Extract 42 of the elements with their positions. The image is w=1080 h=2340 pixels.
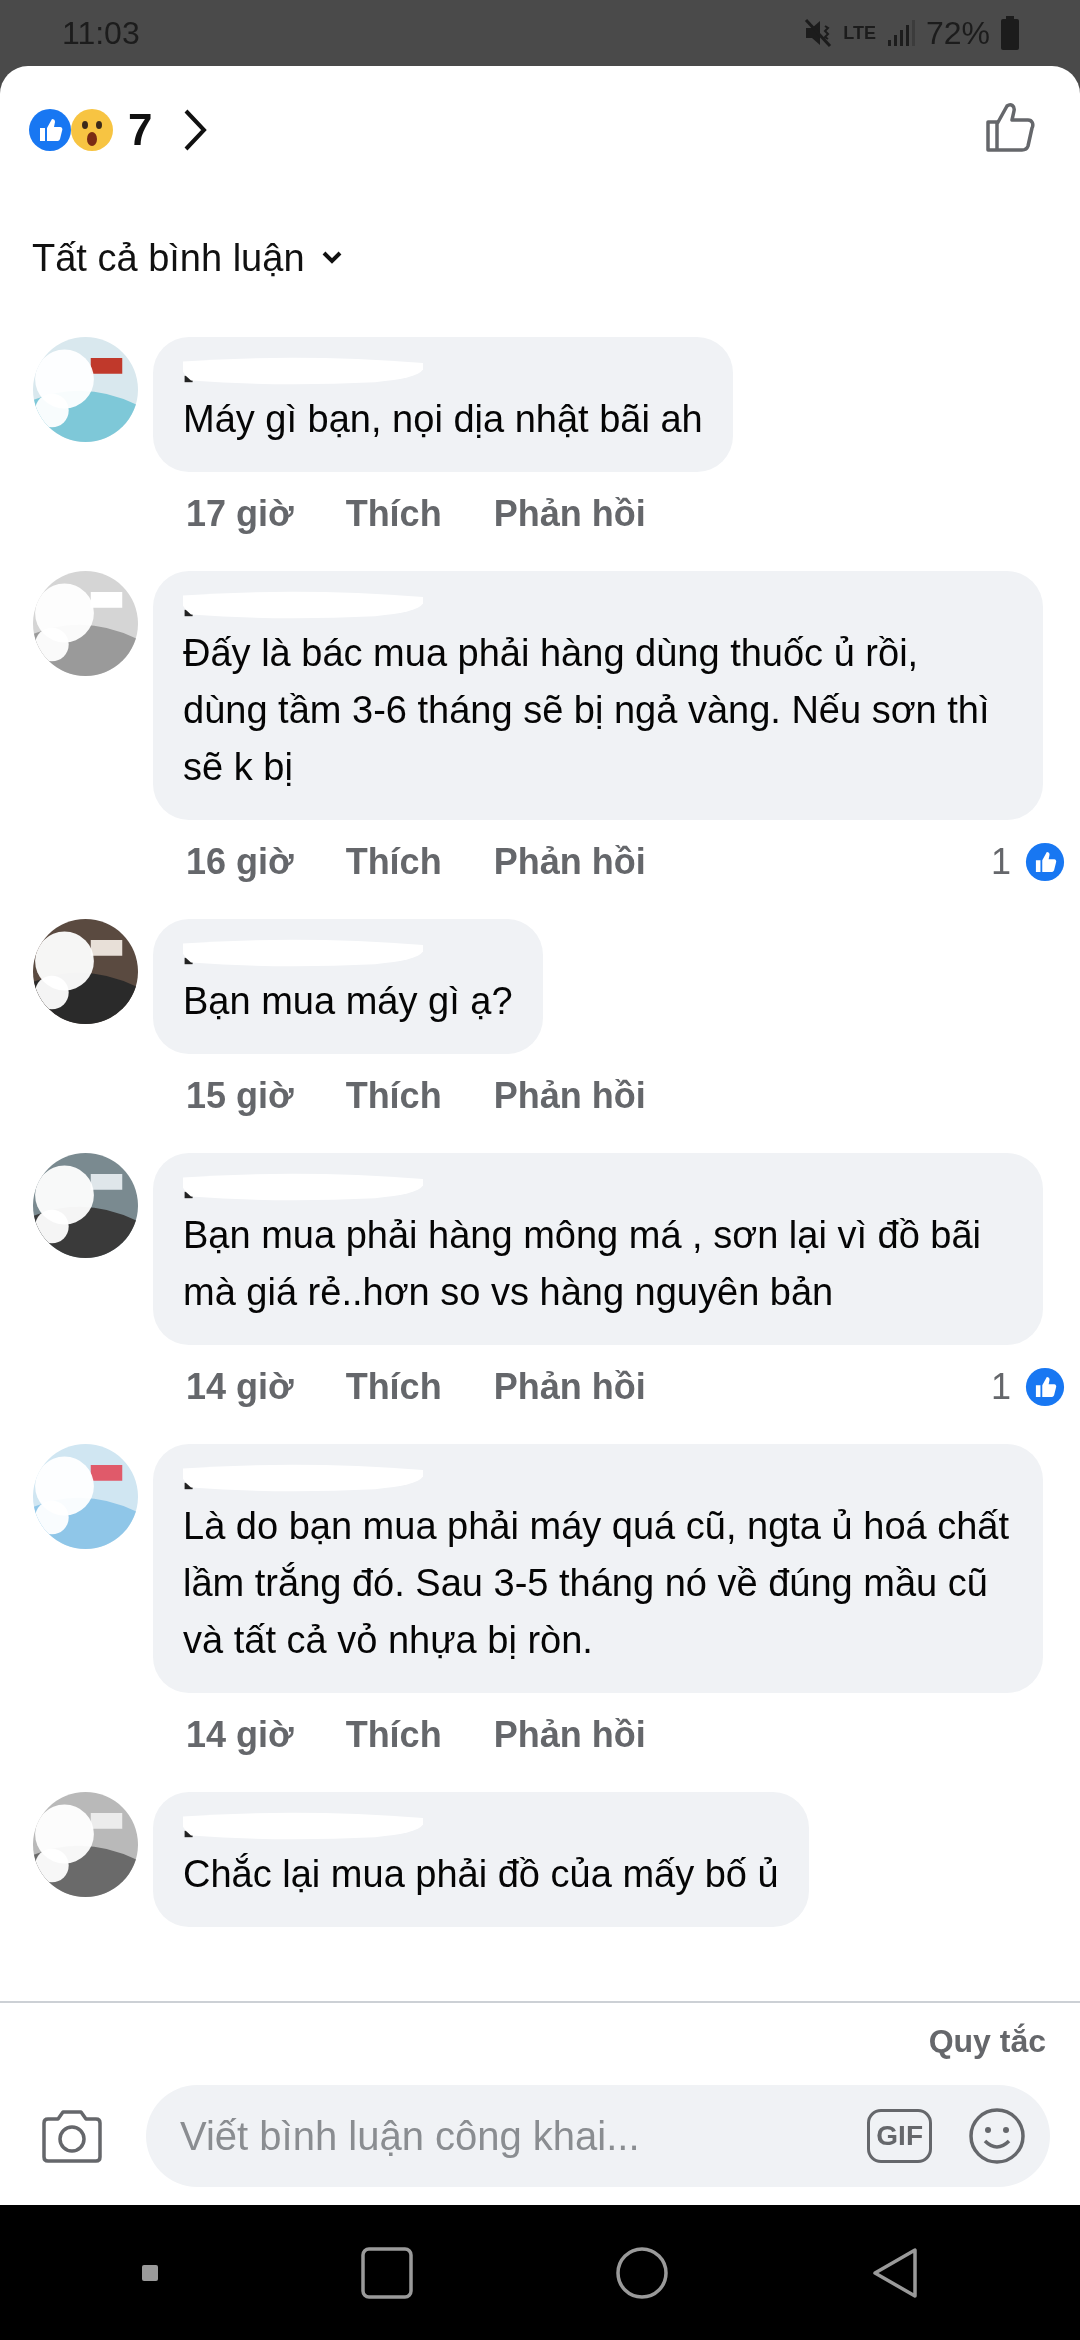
like-link[interactable]: Thích bbox=[345, 1366, 442, 1408]
signal-icon bbox=[885, 18, 916, 48]
battery-icon bbox=[1000, 16, 1020, 50]
caret-icon[interactable] bbox=[320, 250, 343, 266]
filter-dropdown[interactable]: Tất cả bình luận bbox=[32, 236, 305, 280]
comment-text: Máy gì bạn, nọi dịa nhật bãi ah bbox=[183, 397, 703, 442]
reply-link[interactable]: Phản hồi bbox=[493, 841, 646, 883]
like-count: 1 bbox=[990, 1366, 1011, 1408]
reply-link[interactable]: Phản hồi bbox=[493, 1075, 646, 1117]
like-link[interactable]: Thích bbox=[345, 1075, 442, 1117]
comment-text: Bạn mua phải hàng mông má , sơn lại vì đồ bãi mà giá rẻ..hơn so vs hàng nguyên bản bbox=[183, 1213, 983, 1315]
comment-time: 17 giờ bbox=[186, 493, 294, 535]
reaction-count[interactable]: 7 bbox=[128, 105, 153, 155]
reply-link[interactable]: Phản hồi bbox=[493, 493, 646, 535]
reply-link[interactable]: Phản hồi bbox=[493, 1714, 646, 1756]
recents-icon[interactable] bbox=[360, 2246, 413, 2299]
comment-field[interactable]: Viết bình luận công khai... GIF bbox=[146, 2085, 1050, 2187]
comment-text: Bạn mua máy gì ạ? bbox=[183, 979, 513, 1024]
comment-time: 14 giờ bbox=[186, 1366, 294, 1408]
like-badge-icon bbox=[1025, 842, 1065, 882]
like-reaction-icon bbox=[28, 108, 72, 152]
comment-text: Đấy là bác mua phải hàng dùng thuốc ủ rồi, dùng tầm 3-6 tháng sẽ bị ngả vàng. Nếu sơn thì sẽ k bị bbox=[183, 631, 991, 790]
comment-text: Là do bạn mua phải máy quá cũ, ngta ủ hoá chất lầm trắng đó. Sau 3-5 tháng nó về đúng mầu cũ và tất cả vỏ nhựa bị ròn. bbox=[183, 1504, 1011, 1663]
reply-link[interactable]: Phản hồi bbox=[493, 1366, 646, 1408]
camera-icon[interactable] bbox=[40, 2107, 104, 2165]
back-icon[interactable] bbox=[870, 2245, 919, 2300]
like-badge-icon bbox=[1025, 1367, 1065, 1407]
like-link[interactable]: Thích bbox=[345, 841, 442, 883]
wow-reaction-icon bbox=[70, 108, 114, 152]
like-link[interactable]: Thích bbox=[345, 1714, 442, 1756]
rules-link[interactable]: Quy tắc bbox=[928, 2023, 1046, 2075]
mute-icon bbox=[803, 18, 834, 48]
chevron-right-icon[interactable] bbox=[182, 107, 209, 153]
like-count: 1 bbox=[990, 841, 1011, 883]
like-link[interactable]: Thích bbox=[345, 493, 442, 535]
emoji-icon[interactable] bbox=[968, 2107, 1026, 2165]
gif-button[interactable]: GIF bbox=[867, 2109, 932, 2163]
comment-text: Chắc lại mua phải đồ của mấy bố ủ bbox=[183, 1852, 779, 1897]
home-icon[interactable] bbox=[615, 2246, 668, 2299]
comment-time: 15 giờ bbox=[186, 1075, 294, 1117]
comment-time: 14 giờ bbox=[186, 1714, 294, 1756]
comment-time: 16 giờ bbox=[186, 841, 294, 883]
